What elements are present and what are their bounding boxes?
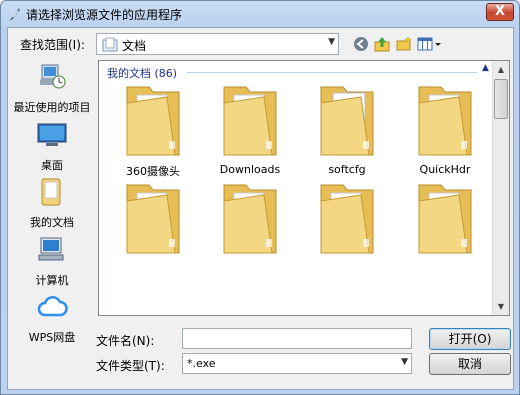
folder-icon xyxy=(126,184,180,254)
open-button[interactable]: 打开(O) xyxy=(429,328,511,350)
place-label: 最近使用的项目 xyxy=(13,101,91,114)
list-item[interactable] xyxy=(105,181,201,261)
vertical-scrollbar[interactable]: ▲ ▼ xyxy=(492,61,509,315)
list-item[interactable] xyxy=(299,181,395,261)
folder-icon xyxy=(126,86,180,156)
scroll-down-icon[interactable]: ▼ xyxy=(493,298,509,315)
list-item[interactable]: softcfg xyxy=(299,83,395,176)
close-button[interactable]: X xyxy=(486,3,514,21)
place-computer[interactable]: 计算机 xyxy=(8,234,96,288)
look-in-label: 查找范围(I): xyxy=(20,38,85,52)
place-label: WPS网盘 xyxy=(28,331,76,344)
place-desktop[interactable]: 桌面 xyxy=(8,119,96,173)
look-in-combo[interactable]: 文档 ▼ xyxy=(96,33,339,55)
back-arrow-icon xyxy=(354,37,368,51)
place-label: 我的文档 xyxy=(30,216,74,229)
folder-icon xyxy=(418,184,472,254)
dialog-client: 查找范围(I): 文档 ▼ 最近使用的项目 桌面 我的文档 计算机 WPS网盘 … xyxy=(7,27,514,390)
group-header: 我的文档 (86) xyxy=(107,67,178,80)
new-folder-button[interactable] xyxy=(393,33,415,55)
scroll-up-icon[interactable]: ▲ xyxy=(493,61,509,78)
file-list[interactable]: 我的文档 (86) ▲ 360摄像头 Downloads softcfg QuickH… xyxy=(98,60,510,316)
places-bar: 最近使用的项目 桌面 我的文档 计算机 WPS网盘 xyxy=(8,61,96,344)
filename-field[interactable] xyxy=(182,328,412,349)
file-open-dialog: 请选择浏览源文件的应用程序 X 查找范围(I): 文档 ▼ 最近使用的项目 桌面… xyxy=(0,0,520,395)
list-item[interactable] xyxy=(397,181,493,261)
folder-icon xyxy=(320,184,374,254)
cloud-drive-icon xyxy=(37,296,68,317)
chevron-down-icon[interactable]: ▼ xyxy=(328,37,335,47)
place-documents[interactable]: 我的文档 xyxy=(8,176,96,230)
up-folder-button[interactable] xyxy=(371,33,393,55)
computer-icon xyxy=(38,237,64,261)
collapse-chevron-icon[interactable]: ▲ xyxy=(482,63,489,73)
view-grid-icon xyxy=(417,37,441,51)
recent-items-icon xyxy=(40,64,66,89)
cancel-button[interactable]: 取消 xyxy=(429,353,511,375)
list-item[interactable]: Downloads xyxy=(202,83,298,176)
filetype-select[interactable]: *.exe ▼ xyxy=(182,353,412,374)
list-item[interactable] xyxy=(202,181,298,261)
list-item[interactable]: QuickHdr xyxy=(397,83,493,176)
file-name: softcfg xyxy=(328,163,366,176)
new-folder-icon xyxy=(396,36,412,51)
filetype-label: 文件类型(T): xyxy=(96,359,165,373)
chevron-down-icon[interactable]: ▼ xyxy=(401,357,408,367)
file-name: Downloads xyxy=(219,163,281,176)
place-label: 计算机 xyxy=(35,274,69,287)
place-wps-cloud[interactable]: WPS网盘 xyxy=(8,291,96,345)
file-name: 360摄像头 xyxy=(126,165,180,178)
group-divider xyxy=(187,72,477,73)
filetype-value: *.exe xyxy=(187,357,216,370)
back-button[interactable] xyxy=(350,33,372,55)
up-folder-icon xyxy=(374,37,390,52)
folder-settings-icon xyxy=(320,86,374,156)
folder-icon xyxy=(418,86,472,156)
title-bar[interactable]: 请选择浏览源文件的应用程序 X xyxy=(1,1,519,27)
view-menu-button[interactable] xyxy=(416,33,444,55)
filename-label: 文件名(N): xyxy=(96,334,155,348)
filename-input[interactable] xyxy=(183,329,411,348)
place-recent[interactable]: 最近使用的项目 xyxy=(8,61,96,115)
folder-icon xyxy=(223,184,277,254)
folder-icon xyxy=(223,86,277,156)
window-title: 请选择浏览源文件的应用程序 xyxy=(26,8,183,22)
list-item[interactable]: 360摄像头 xyxy=(105,83,201,179)
desktop-icon xyxy=(37,123,67,146)
app-feather-icon xyxy=(10,8,20,20)
place-label: 桌面 xyxy=(41,159,63,172)
scroll-thumb[interactable] xyxy=(494,79,508,119)
documents-icon xyxy=(41,178,61,206)
documents-folder-icon xyxy=(102,37,118,52)
file-name: QuickHdr xyxy=(419,163,471,176)
look-in-value: 文档 xyxy=(122,39,147,53)
